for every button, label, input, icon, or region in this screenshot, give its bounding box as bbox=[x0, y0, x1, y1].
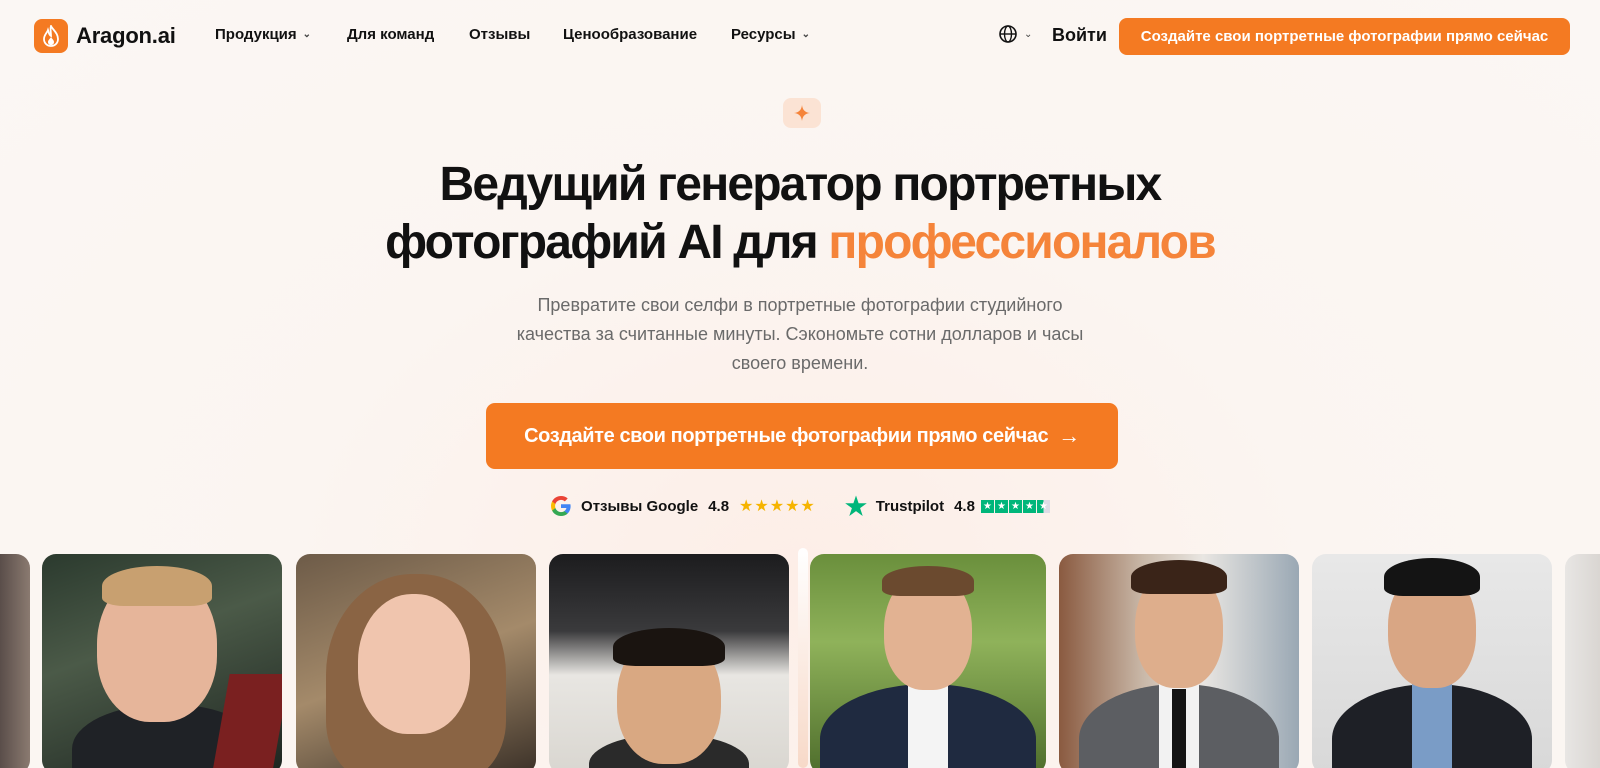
chevron-down-icon: ⌄ bbox=[302, 29, 312, 40]
top-navigation: Aragon.ai Продукция ⌄ Для команд Отзывы … bbox=[0, 0, 1600, 72]
photo-before-selfie-car-woman bbox=[296, 554, 536, 768]
hair-shape bbox=[882, 566, 974, 596]
hair-shape bbox=[1384, 558, 1480, 596]
rating-stars: ★ ★ ★ ★ ★ bbox=[980, 499, 1051, 513]
tie-shape bbox=[1172, 689, 1186, 768]
star-icon: ★ bbox=[1022, 499, 1036, 513]
nav-cta-button[interactable]: Создайте свои портретные фотографии прям… bbox=[1119, 18, 1570, 55]
brand-logo[interactable]: Aragon.ai bbox=[34, 19, 176, 53]
flame-icon bbox=[34, 19, 68, 53]
face-shape bbox=[358, 594, 470, 734]
sparkle-badge bbox=[783, 98, 821, 128]
rating-score: 4.8 bbox=[708, 497, 730, 515]
nav-item-pricing[interactable]: Ценообразование bbox=[563, 26, 697, 43]
before-after-divider[interactable] bbox=[798, 548, 808, 768]
rating-score: 4.8 bbox=[954, 497, 975, 515]
star-icon: ★ bbox=[1008, 499, 1022, 513]
star-half-icon: ★ bbox=[1036, 499, 1050, 513]
globe-icon bbox=[999, 25, 1017, 43]
nav-item-products[interactable]: Продукция ⌄ bbox=[215, 26, 311, 43]
nav-item-teams[interactable]: Для команд bbox=[347, 26, 434, 43]
star-icon: ★ bbox=[994, 499, 1008, 513]
seat-shape bbox=[210, 674, 282, 768]
language-selector[interactable]: ⌄ bbox=[998, 24, 1032, 44]
photo-after-portrait-park-man bbox=[810, 554, 1046, 768]
photo-before-selfie-car-man bbox=[42, 554, 282, 768]
ratings-row: Отзывы Google 4.8 ★★★★★ Trustpilot 4.8 ★… bbox=[0, 494, 1600, 518]
chevron-down-icon: ⌄ bbox=[1024, 28, 1033, 40]
photo-partial bbox=[1565, 554, 1600, 768]
nav-item-reviews[interactable]: Отзывы bbox=[469, 26, 530, 43]
google-icon bbox=[551, 496, 571, 516]
hero-cta-button[interactable]: Создайте свои портретные фотографии прям… bbox=[486, 403, 1118, 469]
star-icon: ★ bbox=[980, 499, 994, 513]
hero-title-line1: Ведущий генератор портретных bbox=[439, 158, 1163, 211]
google-rating[interactable]: Отзывы Google 4.8 ★★★★★ bbox=[549, 494, 816, 518]
nav-item-label: Для команд bbox=[347, 26, 435, 43]
hair-shape bbox=[613, 628, 725, 666]
photo-after-portrait-city-man bbox=[1059, 554, 1299, 768]
hero-cta-label: Создайте свои портретные фотографии прям… bbox=[524, 424, 1049, 447]
photo-before-selfie-man-indoor bbox=[549, 554, 789, 768]
hair-shape bbox=[1131, 560, 1227, 594]
nav-item-label: Отзывы bbox=[469, 26, 531, 43]
rating-stars: ★★★★★ bbox=[739, 498, 816, 515]
arrow-right-icon: → bbox=[1058, 423, 1080, 448]
hero-title-line2: фотографий AI для bbox=[385, 216, 829, 269]
shirt-shape bbox=[908, 684, 948, 768]
sparkle-icon bbox=[794, 105, 810, 121]
rating-source: Trustpilot bbox=[875, 497, 945, 515]
chevron-down-icon: ⌄ bbox=[801, 29, 810, 40]
hair-shape bbox=[102, 566, 212, 606]
login-link[interactable]: Войти bbox=[1052, 25, 1107, 46]
nav-item-label: Ресурсы bbox=[731, 26, 796, 43]
brand-name: Aragon.ai bbox=[76, 23, 176, 48]
nav-item-label: Ценообразование bbox=[563, 26, 698, 43]
shirt-shape bbox=[1412, 684, 1452, 768]
hero-title: Ведущий генератор портретных фотографий … bbox=[0, 156, 1600, 272]
rating-source: Отзывы Google bbox=[581, 497, 699, 515]
hero-title-accent: профессионалов bbox=[828, 216, 1216, 269]
hero-subtitle: Превратите свои селфи в портретные фотог… bbox=[516, 295, 1084, 373]
photo-after-portrait-studio-man bbox=[1312, 554, 1552, 768]
trustpilot-rating[interactable]: Trustpilot 4.8 ★ ★ ★ ★ ★ bbox=[844, 494, 1051, 518]
trustpilot-star-icon bbox=[844, 495, 867, 516]
nav-item-resources[interactable]: Ресурсы ⌄ bbox=[731, 26, 810, 43]
nav-item-label: Продукция bbox=[215, 26, 297, 43]
photo-partial bbox=[0, 554, 30, 768]
